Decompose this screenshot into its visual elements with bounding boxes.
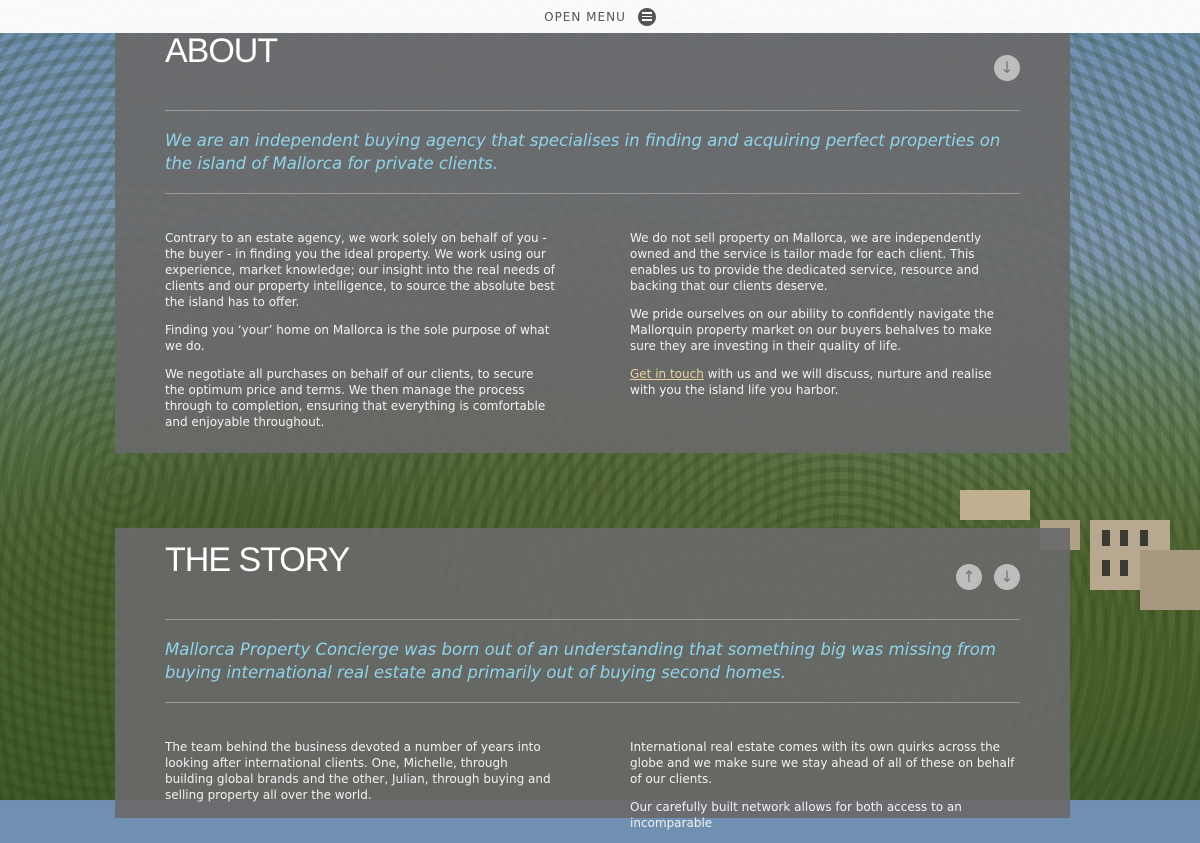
story-title: THE STORY (165, 541, 350, 580)
menu-icon[interactable] (637, 7, 656, 26)
about-section: ABOUT ↓ We are an independent buying age… (115, 19, 1070, 453)
about-lead: We are an independent buying agency that… (165, 131, 1001, 173)
arrow-down-icon[interactable]: ↓ (994, 55, 1020, 81)
story-paragraph: Our carefully built network allows for b… (630, 800, 962, 830)
about-left-column: Contrary to an estate agency, we work so… (165, 230, 555, 442)
story-left-column: The team behind the business devoted a n… (165, 739, 555, 843)
story-lead: Mallorca Property Concierge was born out… (165, 640, 996, 682)
about-paragraph: Finding you ‘your’ home on Mallorca is t… (165, 323, 550, 353)
story-paragraph: The team behind the business devoted a n… (165, 740, 551, 802)
about-paragraph: We pride ourselves on our ability to con… (630, 307, 994, 353)
about-paragraph: We do not sell property on Mallorca, we … (630, 231, 982, 293)
about-contact-paragraph: Get in touch with us and we will discuss… (630, 366, 1020, 398)
arrow-up-icon[interactable]: ↑ (956, 564, 982, 590)
about-paragraph: We negotiate all purchases on behalf of … (165, 367, 546, 429)
about-paragraph: Contrary to an estate agency, we work so… (165, 231, 555, 309)
about-title: ABOUT (165, 32, 278, 71)
arrow-down-icon[interactable]: ↓ (994, 564, 1020, 590)
get-in-touch-link[interactable]: Get in touch (630, 367, 704, 381)
story-section: THE STORY ↑ ↓ Mallorca Property Concierg… (115, 528, 1070, 830)
open-menu-label: OPEN MENU (544, 9, 626, 24)
top-bar: OPEN MENU (0, 0, 1200, 33)
open-menu-button[interactable]: OPEN MENU (544, 7, 656, 26)
about-right-column: We do not sell property on Mallorca, we … (630, 230, 1020, 442)
story-right-column: International real estate comes with its… (630, 739, 1020, 843)
story-paragraph: International real estate comes with its… (630, 740, 1015, 786)
